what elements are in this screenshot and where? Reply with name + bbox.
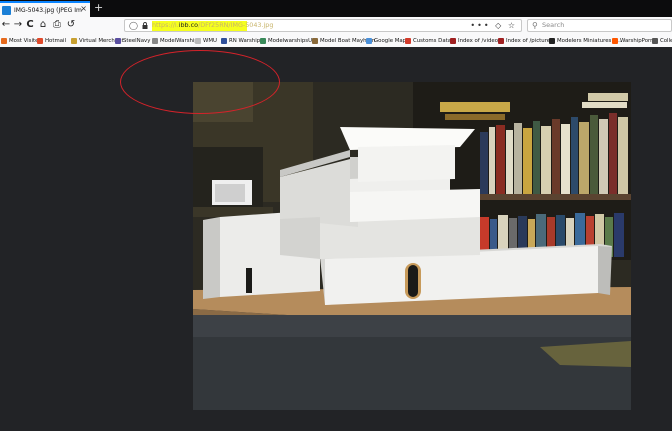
bookmark-label: RN Warships xyxy=(229,37,263,44)
image-canvas xyxy=(193,82,631,410)
bookmark-label: Google Maps xyxy=(374,37,409,44)
new-tab-button[interactable]: + xyxy=(94,1,103,15)
bookmarks-toolbar: Most Visited Hotmail Virtual Merchant Steel… xyxy=(0,34,672,48)
google-icon xyxy=(366,37,372,44)
close-tab-icon[interactable]: × xyxy=(80,4,87,13)
url-prefix: https://i. xyxy=(152,21,179,29)
url-domain: ibb.co xyxy=(178,21,199,29)
bookmark-item[interactable]: Most Visited xyxy=(1,35,42,46)
page-icon xyxy=(195,37,201,44)
image-viewer xyxy=(0,47,672,431)
history-icon[interactable]: ↺ xyxy=(65,19,77,31)
tab-title: IMG-5043.jpg (JPEG Image, 1000 × ... xyxy=(14,6,82,14)
home-icon[interactable]: ⌂ xyxy=(37,19,49,31)
photo xyxy=(193,82,631,410)
search-bar[interactable]: ⚲ Search xyxy=(527,19,672,32)
site-icon xyxy=(498,37,504,44)
bookmark-item[interactable]: RN Warships xyxy=(221,35,263,46)
bookmark-item[interactable]: Modelers Miniatures a... xyxy=(549,35,622,46)
bookmark-label: Customs Data xyxy=(413,37,452,44)
gear-icon xyxy=(1,37,7,44)
lock-icon[interactable] xyxy=(142,22,148,29)
bookmark-item[interactable]: WarshipPorn xyxy=(612,35,654,46)
page-icon xyxy=(152,37,158,44)
site-icon xyxy=(260,37,266,44)
bookmark-label: Hotmail xyxy=(45,37,67,44)
bookmark-item[interactable]: Hotmail xyxy=(37,35,66,46)
tab-strip: IMG-5043.jpg (JPEG Image, 1000 × ... × + xyxy=(0,0,672,17)
bookmark-item[interactable]: ModelWarships xyxy=(152,35,201,46)
folder-icon xyxy=(71,37,77,44)
search-placeholder: Search xyxy=(542,21,565,29)
bookmark-item[interactable]: ModelwarshipsUK xyxy=(260,35,316,46)
bookmark-label: Colle xyxy=(660,37,672,44)
site-icon xyxy=(549,37,555,44)
tab-image[interactable]: IMG-5043.jpg (JPEG Image, 1000 × ... × xyxy=(0,1,90,17)
red-annotation-circle xyxy=(120,50,280,114)
bookmark-label: Index of /pictures xyxy=(506,37,553,44)
reddit-icon xyxy=(612,37,618,44)
bookmark-label: Index of /video xyxy=(458,37,499,44)
flag-icon xyxy=(221,37,227,44)
search-icon: ⚲ xyxy=(532,21,538,30)
image-file-icon xyxy=(2,5,11,15)
url-bar[interactable]: ◯ https://i.ibb.co/DFf25RN/IMG-5043.jpg … xyxy=(124,19,522,32)
site-icon xyxy=(652,37,658,44)
print-icon[interactable]: ⎙ xyxy=(51,19,63,31)
bookmark-item[interactable]: Index of /video xyxy=(450,35,498,46)
bookmark-label: WarshipPorn xyxy=(620,37,654,44)
bookmark-item[interactable]: Customs Data xyxy=(405,35,451,46)
bookmark-item[interactable]: SteelNavy xyxy=(115,35,150,46)
bookmark-item[interactable]: Index of /pictures xyxy=(498,35,553,46)
navigation-toolbar: ← → C ⌂ ⎙ ↺ ◯ https://i.ibb.co/DFf25RN/I… xyxy=(0,17,672,34)
bookmark-item[interactable]: WMU xyxy=(195,35,217,46)
page-actions[interactable]: ••• ◇ ☆ xyxy=(470,20,517,32)
bookmark-label: ModelwarshipsUK xyxy=(268,37,316,44)
yahoo-icon xyxy=(115,37,121,44)
back-icon[interactable]: ← xyxy=(0,19,12,31)
site-icon xyxy=(405,37,411,44)
site-icon xyxy=(312,37,318,44)
windows-icon xyxy=(37,37,43,44)
bookmark-label: WMU xyxy=(203,37,217,44)
site-icon xyxy=(450,37,456,44)
bookmark-label: SteelNavy xyxy=(123,37,151,44)
bookmark-item[interactable]: Google Maps xyxy=(366,35,409,46)
reload-icon[interactable]: C xyxy=(24,19,36,31)
forward-icon[interactable]: → xyxy=(12,19,24,31)
bookmark-item[interactable]: Colle xyxy=(652,35,672,46)
shield-icon[interactable]: ◯ xyxy=(129,20,138,32)
url-path: /DFf25RN/IMG-5043.jpg xyxy=(198,21,274,29)
url-text[interactable]: https://i.ibb.co/DFf25RN/IMG-5043.jpg xyxy=(152,20,273,31)
